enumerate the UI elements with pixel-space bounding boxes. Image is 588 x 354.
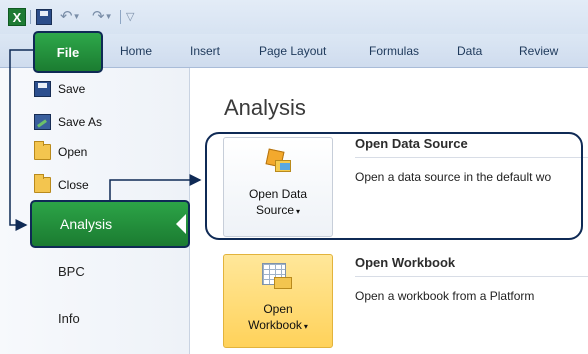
- close-folder-icon: [34, 174, 51, 193]
- redo-dropdown-icon[interactable]: ▼: [105, 12, 113, 21]
- nav-item-analysis[interactable]: Analysis: [30, 200, 190, 248]
- tab-data[interactable]: Data: [457, 44, 482, 58]
- excel-logo-icon: X: [8, 8, 26, 26]
- save-icon[interactable]: [36, 9, 52, 25]
- nav-save-as-label: Save As: [58, 115, 103, 129]
- nav-save-label: Save: [58, 82, 86, 96]
- tab-formulas[interactable]: Formulas: [369, 44, 419, 58]
- tab-file[interactable]: File: [33, 31, 103, 73]
- page-title: Analysis: [224, 95, 306, 120]
- workbook-grid-icon: [262, 263, 294, 293]
- open-workbook-description: Open a workbook from a Platform: [355, 289, 535, 303]
- dropdown-caret-icon: ▾: [296, 207, 301, 216]
- undo-icon[interactable]: ↶ ▼: [60, 6, 81, 26]
- save-icon: [34, 81, 51, 97]
- nav-close-command[interactable]: Close: [34, 174, 89, 196]
- nav-save-as-command[interactable]: Save As: [34, 111, 103, 133]
- nav-item-bpc[interactable]: BPC: [58, 264, 85, 279]
- open-workbook-title: Open Workbook: [355, 255, 456, 270]
- open-folder-icon: [34, 141, 51, 160]
- undo-dropdown-icon[interactable]: ▼: [73, 12, 81, 21]
- open-data-source-title: Open Data Source: [355, 136, 468, 151]
- customize-toolbar-icon[interactable]: ▽: [126, 6, 134, 26]
- quick-access-toolbar: X ↶ ▼ ↷ ▼ ▽: [0, 0, 588, 34]
- open-data-source-button[interactable]: Open Data Source ▾: [223, 137, 333, 237]
- redo-icon[interactable]: ↷ ▼: [92, 6, 113, 26]
- toolbar-separator: [120, 10, 121, 24]
- open-workbook-button-label: Open Workbook ▾: [248, 302, 308, 332]
- nav-open-command[interactable]: Open: [34, 141, 88, 163]
- tab-page-layout[interactable]: Page Layout: [259, 44, 326, 58]
- tab-home[interactable]: Home: [120, 44, 152, 58]
- section-divider: [355, 157, 588, 158]
- open-data-source-description: Open a data source in the default wo: [355, 170, 552, 184]
- tab-insert[interactable]: Insert: [190, 44, 220, 58]
- nav-close-label: Close: [58, 178, 89, 192]
- save-as-icon: [34, 114, 51, 130]
- selection-pointer-icon: [176, 214, 186, 234]
- open-workbook-button[interactable]: Open Workbook ▾: [223, 254, 333, 348]
- section-divider: [355, 276, 588, 277]
- nav-item-analysis-label: Analysis: [60, 216, 113, 232]
- tab-review[interactable]: Review: [519, 44, 558, 58]
- nav-item-info[interactable]: Info: [58, 311, 80, 326]
- toolbar-separator: [30, 10, 31, 24]
- data-source-cube-icon: [263, 148, 293, 178]
- nav-open-label: Open: [58, 145, 88, 159]
- nav-save-command[interactable]: Save: [34, 78, 86, 100]
- open-data-source-button-label: Open Data Source ▾: [248, 187, 308, 217]
- dropdown-caret-icon: ▾: [303, 322, 308, 331]
